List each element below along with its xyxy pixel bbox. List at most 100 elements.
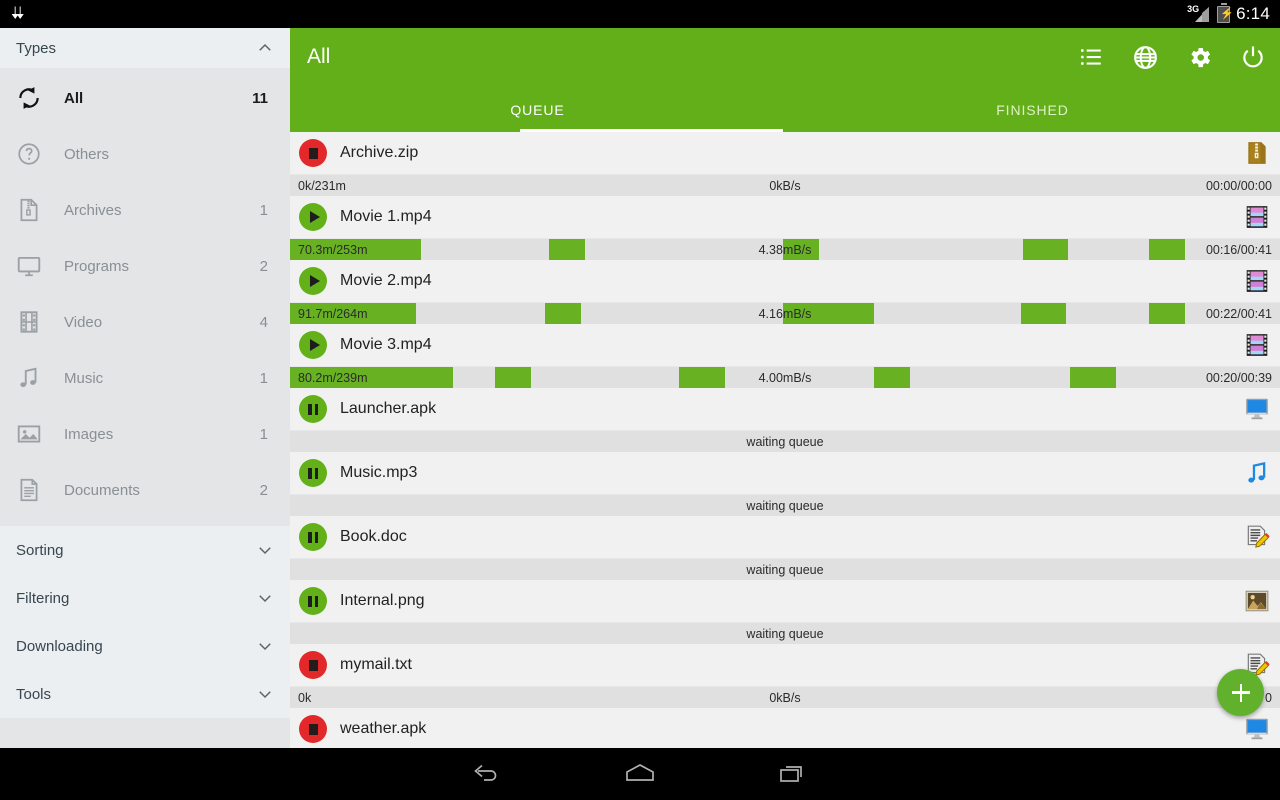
sidebar-item-all[interactable]: All 11	[0, 70, 290, 126]
play-triangle-icon[interactable]	[299, 331, 327, 359]
sidebar-item-count: 4	[259, 313, 268, 331]
globe-icon[interactable]	[1130, 42, 1160, 72]
gear-icon[interactable]	[1184, 42, 1214, 72]
monitor-program-icon	[1244, 716, 1270, 742]
android-navigation-bar	[0, 748, 1280, 800]
sidebar-section-filtering[interactable]: Filtering	[0, 574, 290, 622]
download-progress-bar: waiting queue	[290, 494, 1280, 516]
sidebar-item-others[interactable]: Others	[0, 126, 290, 182]
main-content: All QUEUE FINISHED Archive.zip 0k/231m 0…	[290, 28, 1280, 773]
progress-time: 00:16/00:41	[1205, 243, 1272, 257]
list-item[interactable]: Launcher.apk waiting queue	[290, 388, 1280, 452]
download-file-name: Music.mp3	[340, 464, 418, 481]
list-item[interactable]: Archive.zip 0k/231m 0kB/s 00:00/00:00	[290, 132, 1280, 196]
download-file-name: mymail.txt	[340, 656, 412, 673]
download-progress-bar: 0k/231m 0kB/s 00:00/00:00	[290, 174, 1280, 196]
list-item[interactable]: Internal.png waiting queue	[290, 580, 1280, 644]
home-icon[interactable]	[620, 757, 660, 791]
list-item[interactable]: Movie 1.mp4 70.3m/253m 4.38mB/s 00:16/00…	[290, 196, 1280, 260]
sidebar-item-count: 2	[259, 257, 268, 275]
chevron-up-icon	[259, 43, 271, 51]
power-icon[interactable]	[1238, 42, 1268, 72]
progress-speed: 4.00mB/s	[758, 371, 812, 385]
page-title: All	[307, 45, 331, 68]
film-strip-icon	[1244, 332, 1270, 358]
film-strip-icon	[1244, 204, 1270, 230]
sidebar-item-count: 11	[252, 89, 268, 107]
download-progress-bar: 70.3m/253m 4.38mB/s 00:16/00:41	[290, 238, 1280, 260]
sidebar-section-tools[interactable]: Tools	[0, 670, 290, 718]
tab-queue[interactable]: QUEUE	[290, 88, 785, 132]
play-triangle-icon[interactable]	[299, 267, 327, 295]
sidebar-item-images[interactable]: Images 1	[0, 406, 290, 462]
download-list[interactable]: Archive.zip 0k/231m 0kB/s 00:00/00:00 Mo…	[290, 132, 1280, 773]
progress-status: waiting queue	[746, 499, 824, 513]
types-list: All 11 Others Archives 1 Programs 2 Vide…	[0, 68, 290, 526]
pause-bars-icon[interactable]	[299, 395, 327, 423]
sidebar-section-label: Filtering	[16, 589, 70, 607]
sidebar-item-music[interactable]: Music 1	[0, 350, 290, 406]
battery-charging-icon: ⚡	[1217, 2, 1234, 23]
chevron-down-icon	[259, 643, 271, 651]
sidebar-item-label: Video	[64, 313, 103, 331]
back-icon[interactable]	[467, 757, 507, 791]
sidebar-item-count: 2	[259, 481, 268, 499]
chevron-down-icon	[259, 547, 271, 555]
status-right: 3G ⚡ 6:14	[1187, 2, 1270, 24]
list-item[interactable]: Movie 3.mp4 80.2m/239m 4.00mB/s 00:20/00…	[290, 324, 1280, 388]
sidebar-section-downloading[interactable]: Downloading	[0, 622, 290, 670]
sidebar-item-archives[interactable]: Archives 1	[0, 182, 290, 238]
sidebar-item-video[interactable]: Video 4	[0, 294, 290, 350]
tab-label: QUEUE	[510, 102, 565, 118]
archive-zip-icon	[14, 197, 44, 223]
download-file-name: Launcher.apk	[340, 400, 437, 417]
monitor-icon	[14, 253, 44, 279]
pause-bars-icon[interactable]	[299, 587, 327, 615]
stop-square-icon[interactable]	[299, 651, 327, 679]
archive-zip-icon	[1244, 140, 1270, 166]
music-note-icon	[1244, 460, 1270, 486]
progress-time: 00:00/00:00	[1205, 179, 1272, 193]
types-section-header[interactable]: Types	[0, 28, 290, 68]
sidebar-item-label: All	[64, 89, 84, 107]
sidebar-item-documents[interactable]: Documents 2	[0, 462, 290, 518]
progress-speed: 0kB/s	[769, 179, 801, 193]
stop-square-icon[interactable]	[299, 139, 327, 167]
list-view-icon[interactable]	[1076, 42, 1106, 72]
download-progress-bar: waiting queue	[290, 622, 1280, 644]
download-file-name: Archive.zip	[340, 144, 419, 161]
sidebar-item-count: 1	[259, 201, 268, 219]
pause-bars-icon[interactable]	[299, 459, 327, 487]
download-row-header: Music.mp3	[290, 452, 1280, 494]
download-progress-bar: 91.7m/264m 4.16mB/s 00:22/00:41	[290, 302, 1280, 324]
progress-status: waiting queue	[746, 627, 824, 641]
stop-square-icon[interactable]	[299, 715, 327, 743]
download-progress-bar: waiting queue	[290, 430, 1280, 452]
add-download-fab[interactable]	[1217, 669, 1264, 716]
download-progress-bar: 0k 0kB/s 0	[290, 686, 1280, 708]
download-progress-bar: 80.2m/239m 4.00mB/s 00:20/00:39	[290, 366, 1280, 388]
download-file-name: Movie 2.mp4	[340, 272, 432, 289]
recents-icon[interactable]	[773, 757, 813, 791]
types-section-label: Types	[16, 39, 57, 57]
play-triangle-icon[interactable]	[299, 203, 327, 231]
image-photo-icon	[14, 421, 44, 447]
app-bar: All QUEUE FINISHED	[290, 28, 1280, 132]
sidebar-item-programs[interactable]: Programs 2	[0, 238, 290, 294]
progress-time: 0	[1265, 691, 1272, 705]
sidebar-section-sorting[interactable]: Sorting	[0, 526, 290, 574]
download-progress-bar: waiting queue	[290, 558, 1280, 580]
download-row-header: Movie 3.mp4	[290, 324, 1280, 366]
list-item[interactable]: mymail.txt 0k 0kB/s 0	[290, 644, 1280, 708]
app-bar-actions	[1076, 42, 1268, 72]
sidebar-item-label: Images	[64, 425, 114, 443]
progress-speed: 4.38mB/s	[758, 243, 812, 257]
list-item[interactable]: Music.mp3 waiting queue	[290, 452, 1280, 516]
sidebar-item-label: Others	[64, 145, 110, 163]
tab-finished[interactable]: FINISHED	[785, 88, 1280, 132]
download-file-name: Book.doc	[340, 528, 407, 545]
list-item[interactable]: Movie 2.mp4 91.7m/264m 4.16mB/s 00:22/00…	[290, 260, 1280, 324]
list-item[interactable]: Book.doc waiting queue	[290, 516, 1280, 580]
pause-bars-icon[interactable]	[299, 523, 327, 551]
network-type-label: 3G	[1187, 4, 1200, 14]
